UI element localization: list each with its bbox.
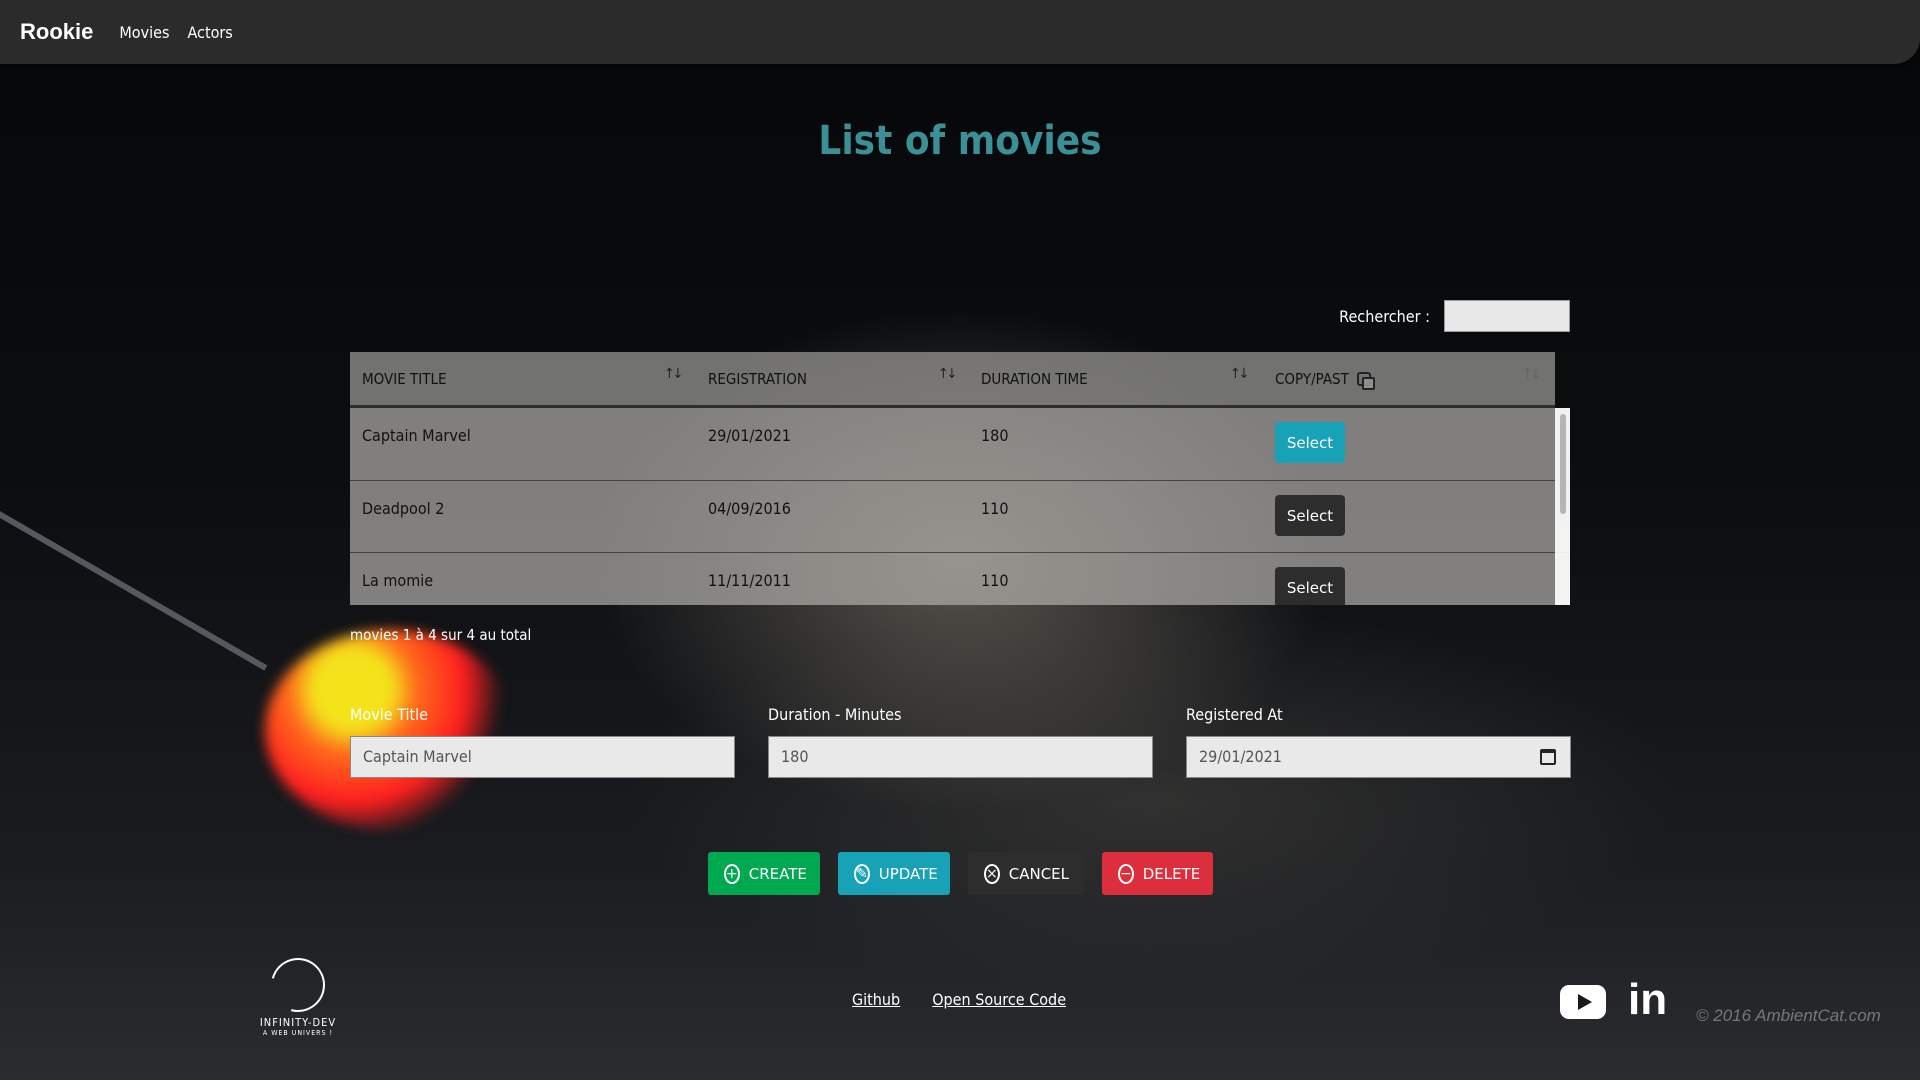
create-button[interactable]: + CREATE — [708, 852, 820, 895]
page-title: List of movies — [818, 118, 1102, 164]
movie-title-input[interactable]: Captain Marvel — [350, 736, 735, 778]
minus-circle-icon: − — [1118, 863, 1134, 884]
column-header-duration-time[interactable]: DURATION TIME — [981, 370, 1088, 388]
movie-title-field: Movie Title Captain Marvel — [350, 705, 735, 778]
update-button[interactable]: ✎ UPDATE — [838, 852, 950, 895]
nav-link-actors[interactable]: Actors — [187, 23, 232, 42]
cell-registration: 11/11/2011 — [708, 571, 791, 590]
search-label: Rechercher : — [1339, 306, 1430, 326]
select-button[interactable]: Select — [1275, 495, 1345, 536]
duration-field: Duration - Minutes 180 — [768, 705, 1153, 778]
cell-duration: 110 — [981, 499, 1009, 518]
search-input[interactable] — [1444, 300, 1570, 332]
column-header-movie-title[interactable]: MOVIE TITLE — [362, 370, 447, 388]
delete-button[interactable]: − DELETE — [1102, 852, 1213, 895]
copyright-text: © 2016 AmbientCat.com — [1696, 1006, 1881, 1025]
select-button[interactable]: Select — [1275, 422, 1345, 463]
cancel-label: CANCEL — [1008, 864, 1069, 883]
navbar: Rookie Movies Actors — [0, 0, 1920, 64]
cell-movie-title: La momie — [362, 571, 434, 590]
open-source-code-link[interactable]: Open Source Code — [932, 990, 1066, 1009]
calendar-icon[interactable] — [1540, 749, 1556, 765]
action-buttons: + CREATE ✎ UPDATE × CANCEL − DELETE — [708, 852, 1213, 895]
update-label: UPDATE — [878, 864, 938, 883]
cell-registration: 29/01/2021 — [708, 426, 791, 445]
cancel-button[interactable]: × CANCEL — [968, 852, 1084, 895]
registered-at-label: Registered At — [1186, 705, 1283, 724]
movie-title-label: Movie Title — [350, 705, 428, 724]
linkedin-icon[interactable]: in — [1628, 978, 1667, 1022]
registered-at-value: 29/01/2021 — [1199, 747, 1282, 766]
scrollbar-thumb[interactable] — [1560, 414, 1566, 514]
footer-links: Github Open Source Code — [852, 990, 1066, 1009]
column-header-registration[interactable]: REGISTRATION — [708, 370, 807, 388]
sort-arrows-icon[interactable]: ↑↓ — [1230, 366, 1249, 382]
column-header-copy-past-label: COPY/PAST — [1275, 370, 1349, 388]
copy-icon — [1356, 372, 1375, 390]
infinity-dev-logo[interactable]: INFINITY-DEV A WEB UNIVERS ! — [248, 948, 348, 1037]
sort-arrows-icon[interactable]: ↑↓ — [1522, 366, 1541, 382]
plus-circle-icon: + — [724, 863, 740, 884]
movies-table: MOVIE TITLE ↑↓ REGISTRATION ↑↓ DURATION … — [350, 352, 1570, 605]
brand-logo[interactable]: Rookie — [20, 19, 93, 45]
sort-arrows-icon[interactable]: ↑↓ — [938, 366, 957, 382]
cell-movie-title: Captain Marvel — [362, 426, 471, 445]
table-header: MOVIE TITLE ↑↓ REGISTRATION ↑↓ DURATION … — [350, 352, 1555, 408]
table-body: Captain Marvel 29/01/2021 180 Select Dea… — [350, 408, 1570, 605]
close-circle-icon: × — [984, 863, 1000, 884]
logo-mark-icon — [261, 948, 335, 1022]
cell-duration: 110 — [981, 571, 1009, 590]
pencil-icon: ✎ — [854, 863, 870, 884]
nav-link-movies[interactable]: Movies — [119, 23, 169, 42]
duration-input[interactable]: 180 — [768, 736, 1153, 778]
table-info: movies 1 à 4 sur 4 au total — [350, 626, 532, 644]
youtube-icon[interactable] — [1560, 985, 1606, 1019]
table-scrollbar[interactable] — [1555, 408, 1570, 605]
registered-at-input[interactable]: 29/01/2021 — [1186, 736, 1571, 778]
create-label: CREATE — [748, 864, 807, 883]
logo-name: INFINITY-DEV — [259, 1016, 337, 1029]
table-row: La momie 11/11/2011 110 Select — [350, 552, 1570, 605]
sort-arrows-icon[interactable]: ↑↓ — [664, 366, 683, 382]
cell-movie-title: Deadpool 2 — [362, 499, 445, 518]
table-row: Captain Marvel 29/01/2021 180 Select — [350, 408, 1570, 480]
cell-duration: 180 — [981, 426, 1009, 445]
table-row: Deadpool 2 04/09/2016 110 Select — [350, 480, 1570, 552]
search-bar: Rechercher : — [1339, 300, 1570, 332]
logo-tagline: A WEB UNIVERS ! — [262, 1029, 334, 1037]
duration-label: Duration - Minutes — [768, 705, 902, 724]
cell-registration: 04/09/2016 — [708, 499, 791, 518]
background-wand — [0, 500, 268, 671]
registered-at-field: Registered At 29/01/2021 — [1186, 705, 1571, 778]
github-link[interactable]: Github — [852, 990, 900, 1009]
delete-label: DELETE — [1142, 864, 1201, 883]
column-header-copy-past[interactable]: COPY/PAST — [1275, 370, 1375, 390]
select-button[interactable]: Select — [1275, 567, 1345, 605]
